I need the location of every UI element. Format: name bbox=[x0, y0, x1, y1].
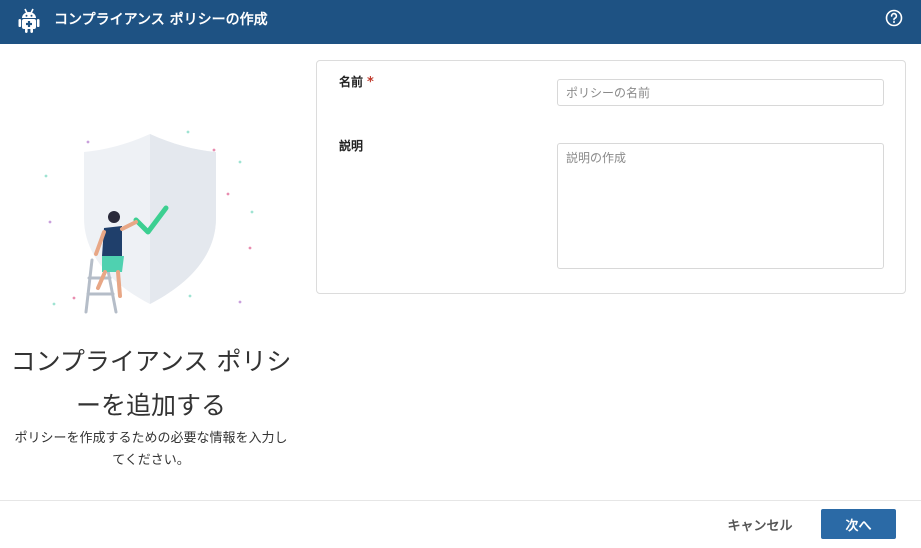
policy-description-textarea[interactable] bbox=[557, 143, 884, 269]
next-button[interactable]: 次へ bbox=[821, 509, 896, 539]
title-bar: コンプライアンス ポリシーの作成 bbox=[0, 0, 921, 44]
cancel-button[interactable]: キャンセル bbox=[712, 509, 808, 539]
shield-checkmark-illustration bbox=[44, 130, 254, 314]
description-line-1: ポリシーを作成するための必要な情報を入力し bbox=[14, 431, 288, 446]
name-label-text: 名前 bbox=[339, 75, 364, 89]
heading-line-1: コンプライアンス ポリシ bbox=[10, 347, 292, 376]
android-robot-icon bbox=[18, 8, 40, 33]
policy-name-input[interactable] bbox=[557, 79, 884, 106]
page-description: ポリシーを作成するための必要な情報を入力し てください。 bbox=[0, 428, 302, 472]
footer-divider bbox=[0, 500, 921, 501]
window-title: コンプライアンス ポリシーの作成 bbox=[54, 12, 268, 28]
name-field-label: 名前 * bbox=[339, 73, 374, 90]
description-field-label: 説明 bbox=[339, 139, 364, 153]
heading-line-2: ーを追加する bbox=[75, 391, 226, 420]
description-line-2: てください。 bbox=[112, 453, 190, 468]
page-heading: コンプライアンス ポリシ ーを追加する bbox=[0, 340, 302, 428]
help-circle-icon[interactable] bbox=[885, 9, 903, 27]
required-indicator: * bbox=[367, 75, 374, 90]
policy-form-card: 名前* 説明 bbox=[316, 60, 906, 294]
